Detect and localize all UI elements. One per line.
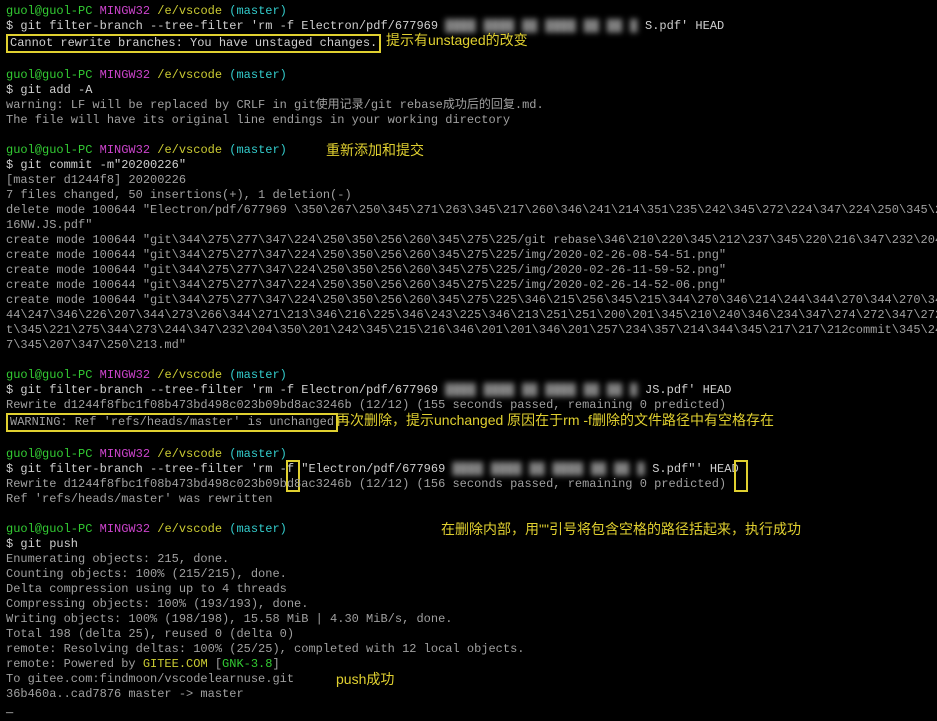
- git-output: delete mode 100644 "Electron/pdf/677969 …: [6, 203, 931, 218]
- highlight-box: Cannot rewrite branches: You have unstag…: [6, 34, 381, 53]
- filter-branch-error: Cannot rewrite branches: You have unstag…: [6, 34, 931, 53]
- redacted-text: ████ ████ ██ ████ ██ ██ █: [452, 462, 645, 476]
- git-output: create mode 100644 "git\344\275\277\347\…: [6, 233, 931, 248]
- git-output: create mode 100644 "git\344\275\277\347\…: [6, 248, 931, 263]
- prompt-line[interactable]: guol@guol-PC MINGW32 /e/vscode (master): [6, 4, 931, 19]
- prompt-line[interactable]: guol@guol-PC MINGW32 /e/vscode (master): [6, 368, 931, 383]
- git-output: Rewrite d1244f8fbc1f08b473bd498c023b09bd…: [6, 477, 931, 492]
- git-output: Enumerating objects: 215, done.: [6, 552, 931, 567]
- git-output: create mode 100644 "git\344\275\277\347\…: [6, 278, 931, 293]
- warning-unchanged: WARNING: Ref 'refs/heads/master' is unch…: [6, 413, 931, 432]
- git-output: Writing objects: 100% (198/198), 15.58 M…: [6, 612, 931, 627]
- git-output: Counting objects: 100% (215/215), done.: [6, 567, 931, 582]
- user-host: guol@guol-PC: [6, 4, 92, 18]
- annotation-push-ok: push成功: [336, 672, 394, 687]
- cwd: /e/vscode: [157, 4, 222, 18]
- prompt-line[interactable]: guol@guol-PC MINGW32 /e/vscode (master): [6, 447, 931, 462]
- git-output: 44\247\346\226\207\344\273\266\344\271\2…: [6, 308, 931, 323]
- redacted-text: ████ ████ ██ ████ ██ ██ █: [445, 19, 638, 33]
- git-output: t\345\221\275\344\273\244\347\232\204\35…: [6, 323, 931, 338]
- git-output: 36b460a..cad7876 master -> master: [6, 687, 931, 702]
- annotation-quoted: 在删除内部，用""引号将包含空格的路径括起来，执行成功: [441, 522, 801, 537]
- cmd-git-commit[interactable]: $ git commit -m"20200226": [6, 158, 931, 173]
- git-output: Rewrite d1244f8fbc1f08b473bd498c023b09bd…: [6, 398, 931, 413]
- cmd-git-add[interactable]: $ git add -A: [6, 83, 931, 98]
- cursor-line[interactable]: _: [6, 702, 931, 717]
- redacted-text: ████ ████ ██ ████ ██ ██ █: [445, 383, 638, 397]
- git-output: Delta compression using up to 4 threads: [6, 582, 931, 597]
- git-output: 7\345\207\347\250\213.md": [6, 338, 931, 353]
- cmd-filter-branch-3[interactable]: $ git filter-branch --tree-filter 'rm -f…: [6, 462, 931, 477]
- cmd-git-push[interactable]: $ git push: [6, 537, 931, 552]
- annotation-unchanged: 再次删除，提示unchanged 原因在于rm -f删除的文件路径中有空格存在: [336, 413, 774, 428]
- prompt-line[interactable]: guol@guol-PC MINGW32 /e/vscode (master): [6, 68, 931, 83]
- branch: (master): [229, 4, 287, 18]
- cmd-filter-branch-2[interactable]: $ git filter-branch --tree-filter 'rm -f…: [6, 383, 931, 398]
- git-output: create mode 100644 "git\344\275\277\347\…: [6, 293, 931, 308]
- prompt-line[interactable]: guol@guol-PC MINGW32 /e/vscode (master) …: [6, 522, 931, 537]
- git-output: Total 198 (delta 25), reused 0 (delta 0): [6, 627, 931, 642]
- git-output: Ref 'refs/heads/master' was rewritten: [6, 492, 931, 507]
- git-output: 16NW.JS.pdf": [6, 218, 931, 233]
- git-output: warning: LF will be replaced by CRLF in …: [6, 98, 931, 113]
- git-output: To gitee.com:findmoon/vscodelearnuse.git…: [6, 672, 931, 687]
- git-output: 7 files changed, 50 insertions(+), 1 del…: [6, 188, 931, 203]
- git-output: [master d1244f8] 20200226: [6, 173, 931, 188]
- prompt-line[interactable]: guol@guol-PC MINGW32 /e/vscode (master) …: [6, 143, 931, 158]
- git-output: remote: Powered by GITEE.COM [GNK-3.8]: [6, 657, 931, 672]
- git-output: create mode 100644 "git\344\275\277\347\…: [6, 263, 931, 278]
- annotation-unstaged: 提示有unstaged的改变: [386, 33, 528, 48]
- git-output: Compressing objects: 100% (193/193), don…: [6, 597, 931, 612]
- shell-name: MINGW32: [100, 4, 150, 18]
- git-output: remote: Resolving deltas: 100% (25/25), …: [6, 642, 931, 657]
- annotation-readd: 重新添加和提交: [326, 143, 424, 158]
- git-output: The file will have its original line end…: [6, 113, 931, 128]
- highlight-box: WARNING: Ref 'refs/heads/master' is unch…: [6, 413, 338, 432]
